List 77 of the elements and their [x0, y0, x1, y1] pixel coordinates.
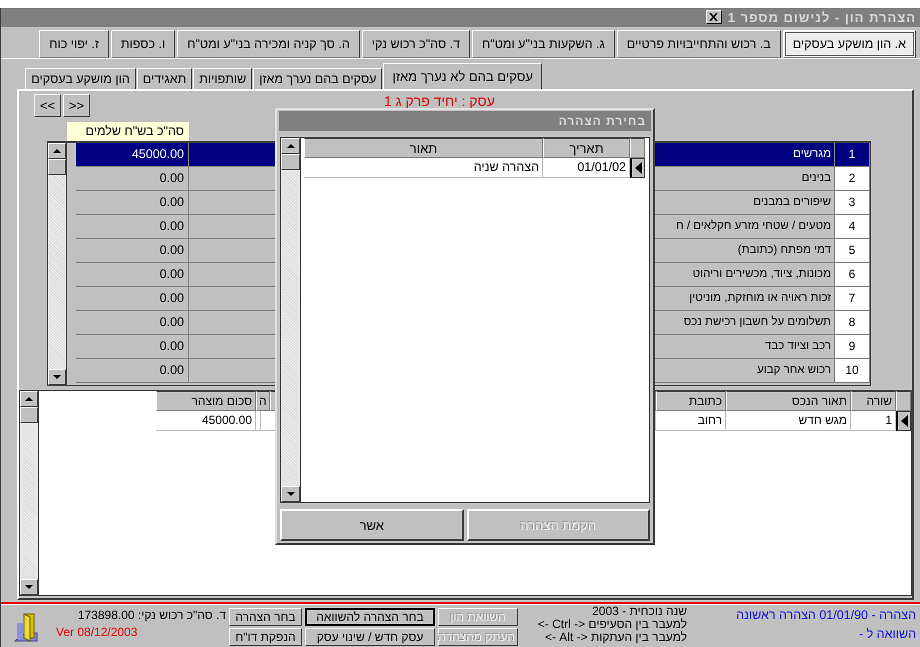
close-icon [709, 13, 718, 22]
button[interactable]: עסק חדש / שינוי עסק [305, 628, 435, 646]
column-header: סכום מוצהר [156, 390, 256, 411]
table-cell: רחוב [656, 410, 726, 431]
table-cell: 8 [835, 310, 870, 335]
table-cell: 0.00 [76, 358, 189, 383]
business-label: עסק : יחיד פרק ג 1 [384, 94, 495, 109]
tab[interactable]: עסקים בהם לא נערך מאזן [383, 62, 542, 89]
column-header: תאור הנכס [726, 390, 851, 411]
table-cell: 2 [835, 166, 870, 191]
column-header: כתובת [656, 390, 726, 411]
dialog-title: בחירת הצהרה [279, 111, 651, 131]
table-cell: 45000.00 [76, 142, 189, 167]
table-cell: 7 [835, 286, 870, 311]
compare-label: השוואה ל - [858, 627, 916, 642]
button[interactable]: בחר הצהרה להשוואה [305, 608, 435, 626]
button[interactable]: בחר הצהרה [229, 608, 302, 626]
table-cell: 0.00 [76, 310, 189, 335]
hint-text: למעבר בין העתקות <- Alt -> [544, 631, 687, 644]
scroll-down-button[interactable] [281, 486, 300, 502]
version-label: Ver 08/12/2003 [56, 625, 138, 640]
hint-text: שנה נוכחית - 2003 [592, 605, 687, 618]
column-header: תאריך [543, 138, 630, 158]
table-cell: מגרשים [655, 142, 835, 167]
table-cell: 45000.00 [156, 410, 256, 431]
door-icon[interactable] [13, 611, 39, 644]
button[interactable]: הנפקת דו"ח [229, 628, 302, 646]
scroll-down-button[interactable] [20, 579, 38, 596]
table-cell: 1 [835, 142, 870, 167]
window-title: הצהרת הון - לנישום מספר 1 [728, 10, 916, 25]
table-cell: 0.00 [76, 262, 189, 287]
nav-button[interactable]: << [34, 94, 61, 117]
table-cell: 3 [835, 190, 870, 215]
table-cell: 0.00 [76, 214, 189, 239]
tab[interactable]: ז. יפוי כוח [39, 30, 109, 58]
scroll-thumb[interactable] [20, 406, 38, 423]
tab[interactable]: ג. השקעות בני"ע ומט"ח [472, 30, 615, 58]
tab[interactable]: עסקים בהם נערך מאזן [253, 68, 382, 89]
table-cell: 5 [835, 238, 870, 263]
tooltip: סה"כ בש"ח שלמים [67, 122, 189, 141]
tab[interactable]: ב. רכוש והתחייבויות פרטיים [616, 30, 781, 58]
current-declaration: הצהרה - 01/01/90 הצהרה ראשונה [736, 608, 916, 622]
scroll-down-button[interactable] [48, 368, 66, 385]
tab[interactable]: תאגידים [136, 68, 192, 89]
table-cell: 0.00 [76, 238, 189, 263]
table-cell: 9 [835, 334, 870, 359]
table-cell: מגש חדש [726, 410, 851, 431]
scroll-thumb[interactable] [281, 154, 300, 170]
tab[interactable]: הון מושקע בעסקים [25, 68, 136, 89]
tab[interactable]: שותפויות [193, 68, 252, 89]
table-cell: 0.00 [76, 286, 189, 311]
column-header: ה [256, 390, 270, 411]
nav-button[interactable]: >> [63, 94, 90, 117]
close-button[interactable] [706, 10, 722, 24]
scrollbar[interactable] [281, 138, 301, 502]
scroll-up-button[interactable] [48, 142, 66, 159]
hint-text: למעבר בין הסעיפים <- Ctrl -> [538, 618, 687, 632]
scroll-thumb[interactable] [48, 158, 66, 175]
tab[interactable]: ה. סך קניה ומכירה בני"ע ומט"ח [177, 30, 360, 58]
net-worth-total: ד. סה"כ רכוש נקי: 173898.00 [78, 608, 226, 622]
table-cell: 0.00 [76, 334, 189, 359]
table-cell: 6 [835, 262, 870, 287]
column-header: שורה [851, 390, 896, 411]
table-cell[interactable]: הצהרה שניה [304, 158, 543, 178]
scrollbar[interactable] [20, 390, 39, 596]
button[interactable]: אשר [280, 509, 464, 541]
tab[interactable]: ו. כספות [110, 30, 176, 58]
column-header: תאור [304, 138, 543, 158]
tab[interactable]: א. הון מושקע בעסקים [782, 30, 916, 58]
scroll-up-button[interactable] [281, 138, 300, 154]
tab[interactable]: ד. סה"כ רכוש נקי [362, 30, 470, 58]
scrollbar[interactable] [48, 142, 67, 385]
table-cell: 4 [835, 214, 870, 239]
table-cell: 0.00 [76, 166, 189, 191]
scroll-up-button[interactable] [20, 390, 38, 407]
table-cell: 0.00 [76, 190, 189, 215]
table-cell: 10 [835, 358, 870, 383]
